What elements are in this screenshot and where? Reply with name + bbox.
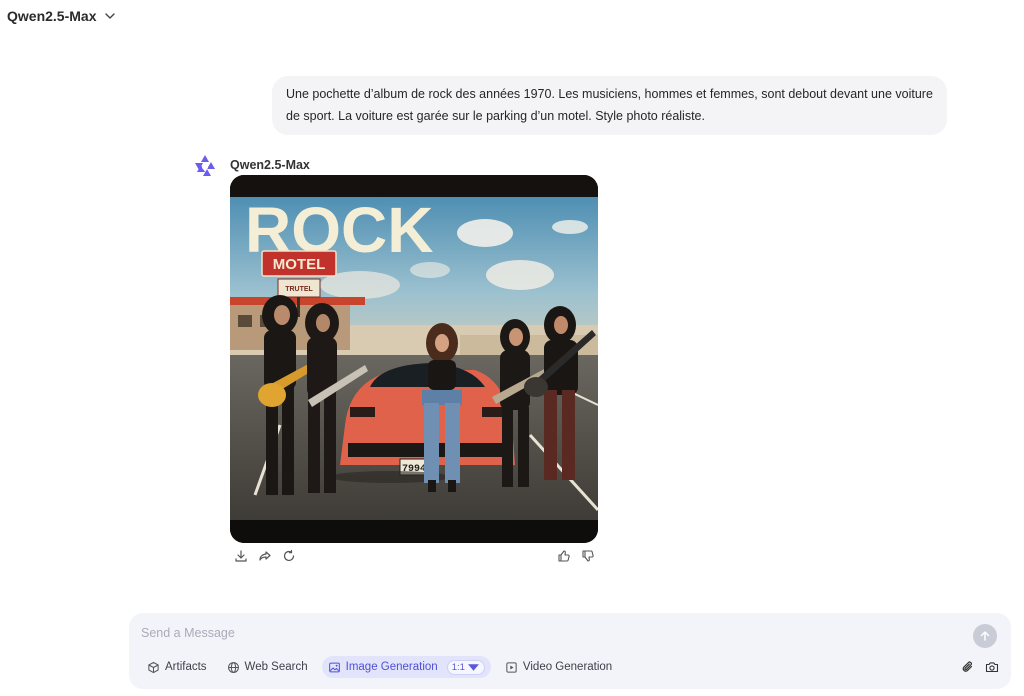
assistant-model-name: Qwen2.5-Max [230,158,310,172]
aspect-ratio-value: 1:1 [451,661,465,673]
camera-icon[interactable] [985,660,999,674]
video-icon [506,661,517,673]
album-cover-illustration: ROCK MOTEL TRUTEL 7994 [230,175,598,543]
video-generation-label: Video Generation [522,661,613,673]
thumbs-up-icon[interactable] [557,549,571,563]
user-message: Une pochette d’album de rock des années … [272,76,947,135]
small-sign-text: TRUTEL [285,286,313,293]
web-search-label: Web Search [244,661,308,673]
regenerate-icon[interactable] [282,549,296,563]
video-generation-button[interactable]: Video Generation [499,656,618,678]
send-button[interactable] [973,624,997,648]
image-generation-button[interactable]: Image Generation 1:1 [321,656,491,678]
composer-attachments [961,660,999,674]
thumbs-down-icon[interactable] [581,549,595,563]
generated-image[interactable]: ROCK MOTEL TRUTEL 7994 [230,175,598,543]
arrow-up-icon [980,631,990,641]
aspect-ratio-selector[interactable]: 1:1 [446,659,485,675]
model-selector[interactable]: Qwen2.5-Max [7,8,116,24]
web-search-button[interactable]: Web Search [221,656,314,678]
user-message-text: Une pochette d’album de rock des années … [286,87,933,123]
image-icon [328,662,340,672]
chevron-down-icon [105,13,116,19]
model-name: Qwen2.5-Max [7,8,97,24]
message-composer: Send a Message Artifacts Web Search Imag… [129,613,1011,689]
message-actions [234,549,296,563]
share-icon[interactable] [258,549,272,563]
motel-sign-text: MOTEL [273,256,326,273]
download-icon[interactable] [234,549,248,563]
caret-down-icon [467,663,479,671]
globe-icon [227,661,239,673]
artifacts-button[interactable]: Artifacts [141,656,213,678]
image-generation-label: Image Generation [345,661,438,673]
artifacts-label: Artifacts [165,661,207,673]
composer-tools: Artifacts Web Search Image Generation 1:… [141,656,618,678]
feedback-actions [557,549,595,563]
paperclip-icon[interactable] [961,660,975,674]
cube-icon [148,661,159,673]
qwen-logo-icon [195,155,215,176]
message-input[interactable]: Send a Message [141,626,235,640]
